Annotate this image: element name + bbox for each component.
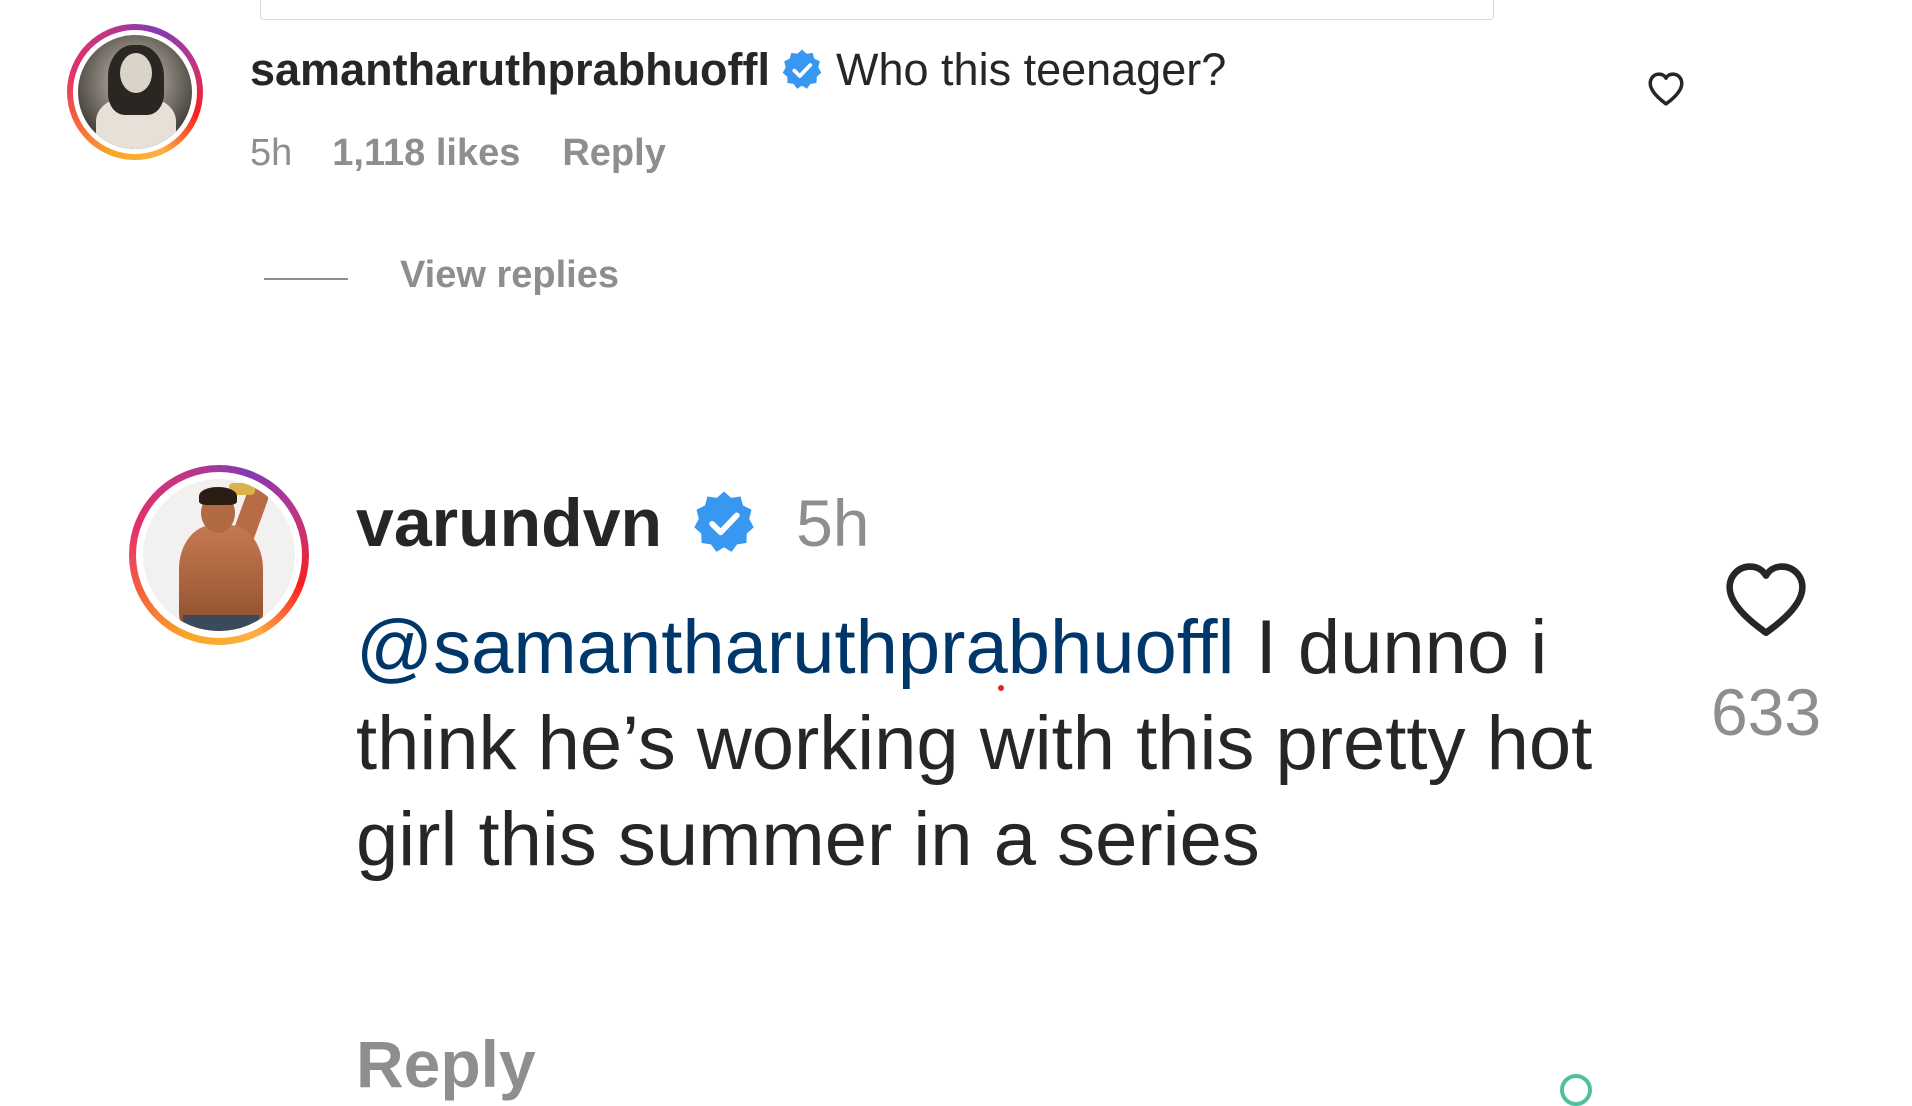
like-count[interactable]: 633	[1700, 674, 1832, 750]
avatar-photo	[143, 479, 295, 631]
comment-meta: 5h 1,118 likes Reply	[250, 132, 666, 175]
heart-outline-icon[interactable]	[1645, 68, 1687, 110]
view-replies-button[interactable]: View replies	[400, 254, 619, 297]
verified-badge-icon	[690, 489, 758, 557]
comment-input-box	[260, 0, 1494, 20]
cursor-dot	[998, 685, 1004, 691]
verified-badge-icon	[780, 48, 824, 92]
reply-button[interactable]: Reply	[356, 1026, 536, 1102]
partial-badge	[1560, 1074, 1592, 1106]
comment-time[interactable]: 5h	[250, 132, 292, 175]
mention-link[interactable]: @samantharuthprabhuoffl	[356, 605, 1235, 690]
view-replies-divider	[264, 278, 348, 280]
comment-text-row: samantharuthprabhuoffl Who this teenager…	[250, 38, 1226, 102]
avatar[interactable]	[67, 24, 203, 160]
comment-header-row: varundvn 5h	[356, 478, 870, 568]
comment-text: @samantharuthprabhuoffl I dunno i think …	[356, 600, 1596, 888]
heart-outline-icon[interactable]	[1722, 560, 1810, 640]
comment-likes-count[interactable]: 1,118 likes	[332, 132, 520, 175]
avatar[interactable]	[129, 465, 309, 645]
avatar-photo	[78, 35, 192, 149]
comment-time[interactable]: 5h	[796, 485, 869, 561]
comment-username[interactable]: samantharuthprabhuoffl	[250, 44, 770, 96]
comment-username[interactable]: varundvn	[356, 484, 662, 562]
reply-button[interactable]: Reply	[562, 132, 665, 175]
comment-text: Who this teenager?	[836, 44, 1227, 95]
